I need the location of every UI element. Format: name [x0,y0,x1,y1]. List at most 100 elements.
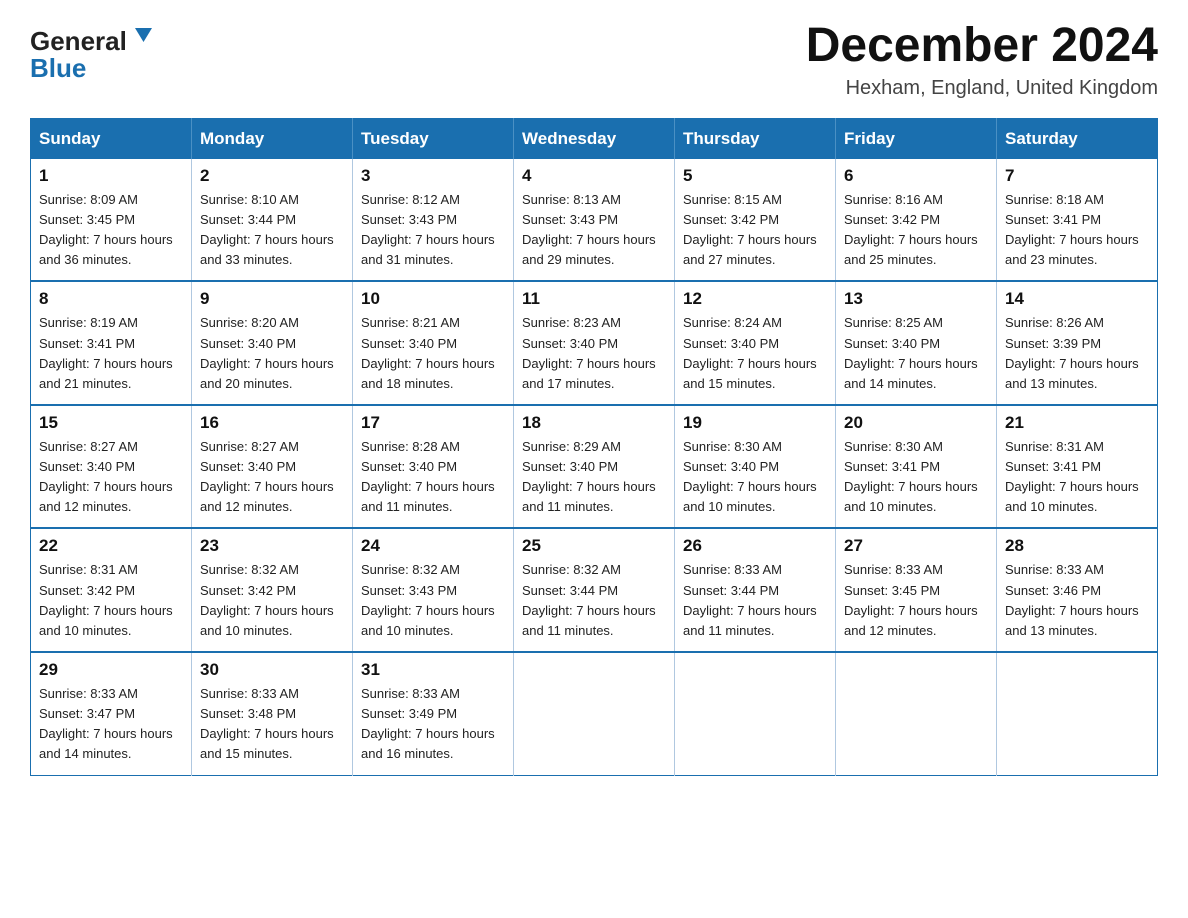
day-info: Sunrise: 8:10 AMSunset: 3:44 PMDaylight:… [200,190,344,271]
weekday-header-thursday: Thursday [675,118,836,159]
weekday-header-row: SundayMondayTuesdayWednesdayThursdayFrid… [31,118,1158,159]
calendar-cell: 13 Sunrise: 8:25 AMSunset: 3:40 PMDayligh… [836,281,997,405]
page-header: General Blue December 2024 Hexham, Engla… [30,20,1158,100]
calendar-cell: 7Sunrise: 8:18 AMSunset: 3:41 PMDaylight… [997,159,1158,282]
day-number: 20 [844,413,988,433]
day-number: 25 [522,536,666,556]
calendar-cell: 20 Sunrise: 8:30 AMSunset: 3:41 PMDayligh… [836,405,997,529]
weekday-header-tuesday: Tuesday [353,118,514,159]
day-number: 29 [39,660,183,680]
day-info: Sunrise: 8:19 AMSunset: 3:41 PMDaylight:… [39,313,183,394]
calendar-cell [675,652,836,775]
day-info: Sunrise: 8:23 AMSunset: 3:40 PMDaylight:… [522,313,666,394]
day-info: Sunrise: 8:13 AMSunset: 3:43 PMDaylight:… [522,190,666,271]
calendar-week-row: 8 Sunrise: 8:19 AMSunset: 3:41 PMDaylight… [31,281,1158,405]
day-number: 21 [1005,413,1149,433]
day-number: 8 [39,289,183,309]
day-info: Sunrise: 8:32 AMSunset: 3:42 PMDaylight:… [200,560,344,641]
calendar-cell: 5Sunrise: 8:15 AMSunset: 3:42 PMDaylight… [675,159,836,282]
day-info: Sunrise: 8:33 AMSunset: 3:45 PMDaylight:… [844,560,988,641]
location-subtitle: Hexham, England, United Kingdom [806,77,1158,100]
calendar-cell: 14Sunrise: 8:26 AMSunset: 3:39 PMDayligh… [997,281,1158,405]
day-info: Sunrise: 8:12 AMSunset: 3:43 PMDaylight:… [361,190,505,271]
title-area: December 2024 Hexham, England, United Ki… [806,20,1158,100]
day-info: Sunrise: 8:32 AMSunset: 3:43 PMDaylight:… [361,560,505,641]
day-number: 23 [200,536,344,556]
day-number: 6 [844,166,988,186]
day-info: Sunrise: 8:27 AMSunset: 3:40 PMDaylight:… [39,437,183,518]
day-number: 15 [39,413,183,433]
calendar-cell: 27 Sunrise: 8:33 AMSunset: 3:45 PMDayligh… [836,528,997,652]
day-number: 11 [522,289,666,309]
calendar-cell: 26 Sunrise: 8:33 AMSunset: 3:44 PMDayligh… [675,528,836,652]
day-info: Sunrise: 8:20 AMSunset: 3:40 PMDaylight:… [200,313,344,394]
day-number: 1 [39,166,183,186]
calendar-cell: 31 Sunrise: 8:33 AMSunset: 3:49 PMDayligh… [353,652,514,775]
day-number: 31 [361,660,505,680]
day-info: Sunrise: 8:31 AMSunset: 3:42 PMDaylight:… [39,560,183,641]
calendar-week-row: 29 Sunrise: 8:33 AMSunset: 3:47 PMDayligh… [31,652,1158,775]
day-info: Sunrise: 8:28 AMSunset: 3:40 PMDaylight:… [361,437,505,518]
calendar-cell: 1 Sunrise: 8:09 AMSunset: 3:45 PMDaylight… [31,159,192,282]
day-number: 27 [844,536,988,556]
calendar-cell: 10 Sunrise: 8:21 AMSunset: 3:40 PMDayligh… [353,281,514,405]
calendar-cell: 15 Sunrise: 8:27 AMSunset: 3:40 PMDayligh… [31,405,192,529]
weekday-header-friday: Friday [836,118,997,159]
day-info: Sunrise: 8:33 AMSunset: 3:47 PMDaylight:… [39,684,183,765]
calendar-week-row: 15 Sunrise: 8:27 AMSunset: 3:40 PMDayligh… [31,405,1158,529]
calendar-cell: 23 Sunrise: 8:32 AMSunset: 3:42 PMDayligh… [192,528,353,652]
day-info: Sunrise: 8:25 AMSunset: 3:40 PMDaylight:… [844,313,988,394]
day-number: 26 [683,536,827,556]
calendar-cell: 11 Sunrise: 8:23 AMSunset: 3:40 PMDayligh… [514,281,675,405]
day-number: 19 [683,413,827,433]
month-title: December 2024 [806,20,1158,73]
calendar-cell: 4 Sunrise: 8:13 AMSunset: 3:43 PMDaylight… [514,159,675,282]
day-number: 22 [39,536,183,556]
day-info: Sunrise: 8:33 AMSunset: 3:44 PMDaylight:… [683,560,827,641]
day-info: Sunrise: 8:31 AMSunset: 3:41 PMDaylight:… [1005,437,1149,518]
day-number: 4 [522,166,666,186]
calendar-cell [997,652,1158,775]
calendar-cell: 24 Sunrise: 8:32 AMSunset: 3:43 PMDayligh… [353,528,514,652]
day-info: Sunrise: 8:33 AMSunset: 3:48 PMDaylight:… [200,684,344,765]
day-number: 18 [522,413,666,433]
calendar-cell: 17Sunrise: 8:28 AMSunset: 3:40 PMDayligh… [353,405,514,529]
weekday-header-sunday: Sunday [31,118,192,159]
calendar-cell: 18Sunrise: 8:29 AMSunset: 3:40 PMDayligh… [514,405,675,529]
calendar-cell: 6Sunrise: 8:16 AMSunset: 3:42 PMDaylight… [836,159,997,282]
day-number: 12 [683,289,827,309]
day-info: Sunrise: 8:27 AMSunset: 3:40 PMDaylight:… [200,437,344,518]
day-info: Sunrise: 8:15 AMSunset: 3:42 PMDaylight:… [683,190,827,271]
day-number: 24 [361,536,505,556]
logo-svg: General Blue [30,20,160,85]
svg-text:Blue: Blue [30,53,86,83]
day-number: 10 [361,289,505,309]
day-info: Sunrise: 8:33 AMSunset: 3:49 PMDaylight:… [361,684,505,765]
calendar-cell: 8 Sunrise: 8:19 AMSunset: 3:41 PMDaylight… [31,281,192,405]
day-number: 9 [200,289,344,309]
svg-text:General: General [30,26,127,56]
calendar-body: 1 Sunrise: 8:09 AMSunset: 3:45 PMDaylight… [31,159,1158,775]
day-info: Sunrise: 8:24 AMSunset: 3:40 PMDaylight:… [683,313,827,394]
calendar-cell: 19 Sunrise: 8:30 AMSunset: 3:40 PMDayligh… [675,405,836,529]
day-info: Sunrise: 8:18 AMSunset: 3:41 PMDaylight:… [1005,190,1149,271]
calendar-cell: 30 Sunrise: 8:33 AMSunset: 3:48 PMDayligh… [192,652,353,775]
day-info: Sunrise: 8:09 AMSunset: 3:45 PMDaylight:… [39,190,183,271]
calendar-cell: 28Sunrise: 8:33 AMSunset: 3:46 PMDayligh… [997,528,1158,652]
weekday-header-saturday: Saturday [997,118,1158,159]
calendar-cell [836,652,997,775]
day-info: Sunrise: 8:21 AMSunset: 3:40 PMDaylight:… [361,313,505,394]
weekday-header-wednesday: Wednesday [514,118,675,159]
calendar-table: SundayMondayTuesdayWednesdayThursdayFrid… [30,118,1158,776]
day-number: 2 [200,166,344,186]
calendar-cell: 3Sunrise: 8:12 AMSunset: 3:43 PMDaylight… [353,159,514,282]
day-info: Sunrise: 8:30 AMSunset: 3:41 PMDaylight:… [844,437,988,518]
calendar-cell [514,652,675,775]
day-info: Sunrise: 8:30 AMSunset: 3:40 PMDaylight:… [683,437,827,518]
day-info: Sunrise: 8:26 AMSunset: 3:39 PMDaylight:… [1005,313,1149,394]
calendar-week-row: 22 Sunrise: 8:31 AMSunset: 3:42 PMDayligh… [31,528,1158,652]
day-number: 30 [200,660,344,680]
day-number: 13 [844,289,988,309]
day-info: Sunrise: 8:33 AMSunset: 3:46 PMDaylight:… [1005,560,1149,641]
calendar-header: SundayMondayTuesdayWednesdayThursdayFrid… [31,118,1158,159]
